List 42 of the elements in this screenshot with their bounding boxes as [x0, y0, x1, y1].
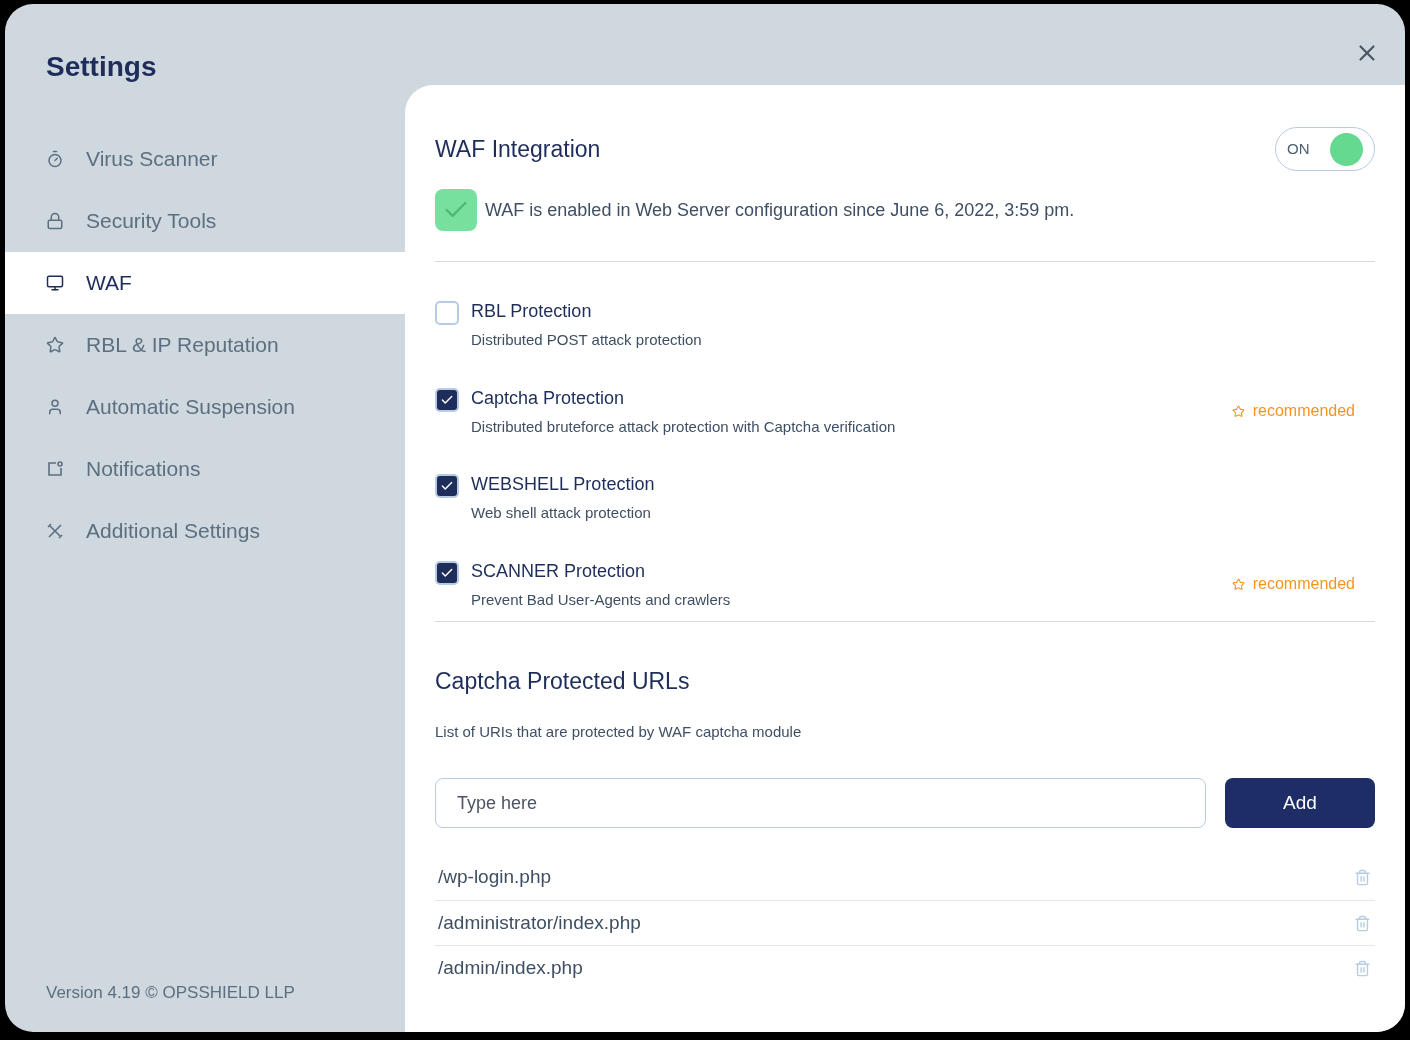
protection-description: Distributed POST attack protection — [471, 330, 702, 350]
recommended-label: recommended — [1252, 401, 1355, 422]
add-button[interactable]: Add — [1225, 778, 1375, 828]
window-title: Settings — [46, 50, 157, 84]
sidebar-item[interactable]: WAF — [5, 252, 405, 314]
section-title: WAF Integration — [435, 134, 601, 164]
sidebar-item[interactable]: Virus Scanner — [5, 128, 405, 190]
sidebar-item[interactable]: Automatic Suspension — [5, 376, 405, 438]
user-icon — [46, 398, 64, 416]
url-text: /wp-login.php — [438, 865, 552, 890]
protection-title: Captcha Protection — [471, 386, 626, 410]
section-title: Captcha Protected URLs — [435, 667, 691, 696]
checkbox[interactable] — [435, 387, 459, 412]
sidebar-item[interactable]: Notifications — [5, 438, 405, 500]
check-icon — [440, 479, 454, 493]
lock-icon — [46, 212, 64, 230]
star-icon — [46, 336, 64, 354]
sidebar-item[interactable]: Security Tools — [5, 190, 405, 252]
checkbox[interactable] — [435, 301, 459, 325]
star-icon — [1231, 577, 1245, 591]
protection-title: RBL Protection — [471, 300, 593, 323]
url-text: /administrator/index.php — [438, 910, 641, 935]
url-input-field[interactable]: Type here — [435, 778, 1206, 828]
version-text: Version 4.19 © OPSSHIELD LLP — [46, 981, 295, 1004]
section-description: List of URIs that are protected by WAF captcha module — [435, 721, 803, 742]
sidebar-item[interactable]: Additional Settings — [5, 500, 405, 562]
star-icon — [1231, 404, 1245, 418]
tools-icon — [46, 522, 64, 540]
notification-icon — [46, 460, 64, 478]
checkbox[interactable] — [435, 474, 459, 498]
url-text: /admin/index.php — [438, 955, 583, 980]
protection-description: Web shell attack protection — [471, 503, 652, 523]
protection-title: SCANNER Protection — [471, 559, 647, 583]
monitor-icon — [46, 274, 64, 292]
checkbox[interactable] — [435, 560, 459, 585]
protection-description: Prevent Bad User-Agents and crawlers — [471, 589, 731, 610]
status-text: WAF is enabled in Web Server configuration since June 6, 2022, 3:59 pm. — [485, 198, 1075, 222]
sidebar-item[interactable]: RBL & IP Reputation — [5, 314, 405, 376]
timer-icon — [46, 150, 64, 168]
protection-description: Distributed bruteforce attack protection with Captcha verification — [471, 416, 896, 437]
protection-title: WEBSHELL Protection — [471, 473, 655, 496]
recommended-label: recommended — [1252, 574, 1355, 595]
